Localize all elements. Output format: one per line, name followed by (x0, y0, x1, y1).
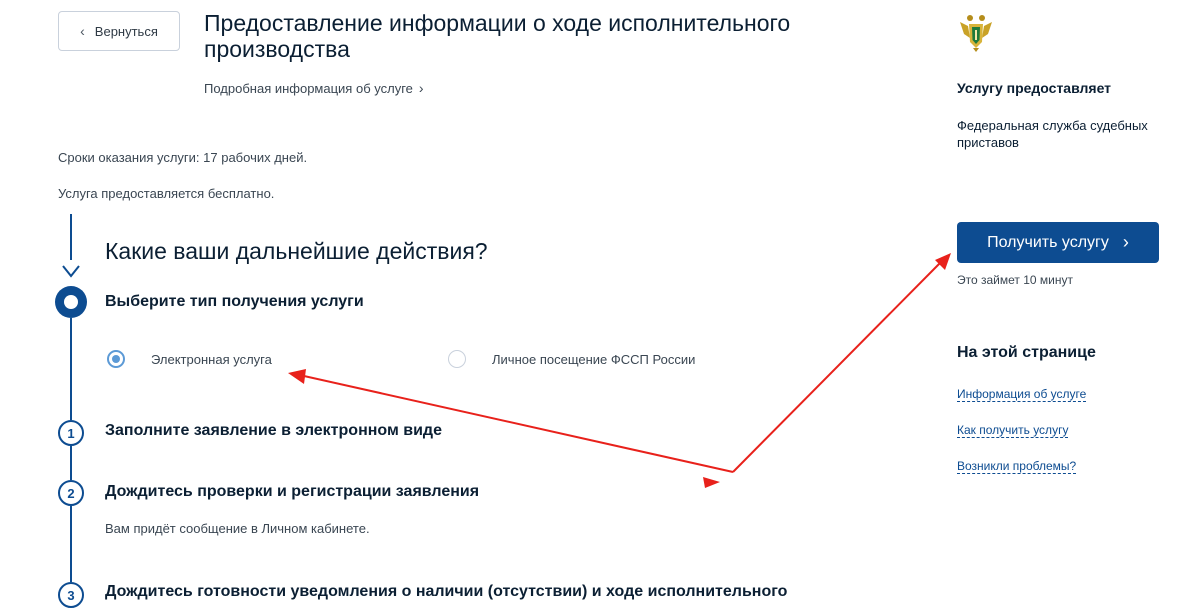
time-estimate: Это займет 10 минут (957, 273, 1073, 287)
service-details-label: Подробная информация об услуге (204, 81, 413, 96)
arrow-down-icon (62, 265, 80, 278)
provider-name: Федеральная служба судебных приставов (957, 118, 1148, 150)
step-number-badge: 1 (58, 420, 84, 446)
chevron-right-icon: › (1122, 232, 1129, 252)
chevron-right-icon: › (418, 80, 424, 96)
toc-link-service-info[interactable]: Информация об услуге (957, 387, 1087, 402)
step-2-note: Вам придёт сообщение в Личном кабинете. (105, 521, 370, 536)
provider-label: Услугу предоставляет (957, 80, 1112, 96)
step-current-title: Выберите тип получения услуги (105, 293, 364, 310)
service-cost: Услуга предоставляется бесплатно. (58, 186, 275, 201)
service-terms: Сроки оказания услуги: 17 рабочих дней. (58, 150, 308, 165)
step-1-title: Заполните заявление в электронном виде (105, 422, 442, 439)
next-actions-heading: Какие ваши дальнейшие действия? (105, 238, 488, 264)
current-step-marker (55, 286, 87, 318)
arrow-head (703, 477, 720, 488)
radio-personal-visit[interactable]: Личное посещение ФССП России (448, 350, 695, 368)
timeline-line (70, 446, 72, 480)
step-number-badge: 3 (58, 582, 84, 608)
timeline-line (70, 214, 72, 260)
fssp-emblem-icon (960, 15, 992, 52)
arrow-head (288, 369, 306, 384)
step-3-title: Дождитесь готовности уведомления о налич… (105, 583, 788, 600)
get-service-button[interactable]: Получить услугу › (957, 222, 1159, 263)
step-number-badge: 2 (58, 480, 84, 506)
on-this-page-title: На этой странице (957, 344, 1096, 361)
radio-label: Электронная услуга (151, 351, 272, 367)
arrow-head (935, 253, 951, 270)
radio-electronic-service[interactable]: Электронная услуга (107, 350, 272, 368)
radio-checked-icon (107, 350, 125, 368)
timeline-line (70, 318, 72, 420)
radio-unchecked-icon (448, 350, 466, 368)
back-button[interactable]: ‹ Вернуться (58, 11, 180, 51)
get-service-label: Получить услугу (987, 233, 1109, 251)
timeline-line (70, 506, 72, 582)
back-button-label: Вернуться (94, 23, 158, 39)
toc-link-problems[interactable]: Возникли проблемы? (957, 459, 1077, 474)
chevron-left-icon: ‹ (80, 23, 85, 39)
service-details-link[interactable]: Подробная информация об услуге › (204, 80, 424, 96)
toc-link-how-to-get[interactable]: Как получить услугу (957, 423, 1069, 438)
radio-label: Личное посещение ФССП России (492, 351, 696, 367)
step-2-title: Дождитесь проверки и регистрации заявлен… (105, 483, 480, 500)
page-title: Предоставление информации о ходе исполни… (204, 10, 791, 62)
